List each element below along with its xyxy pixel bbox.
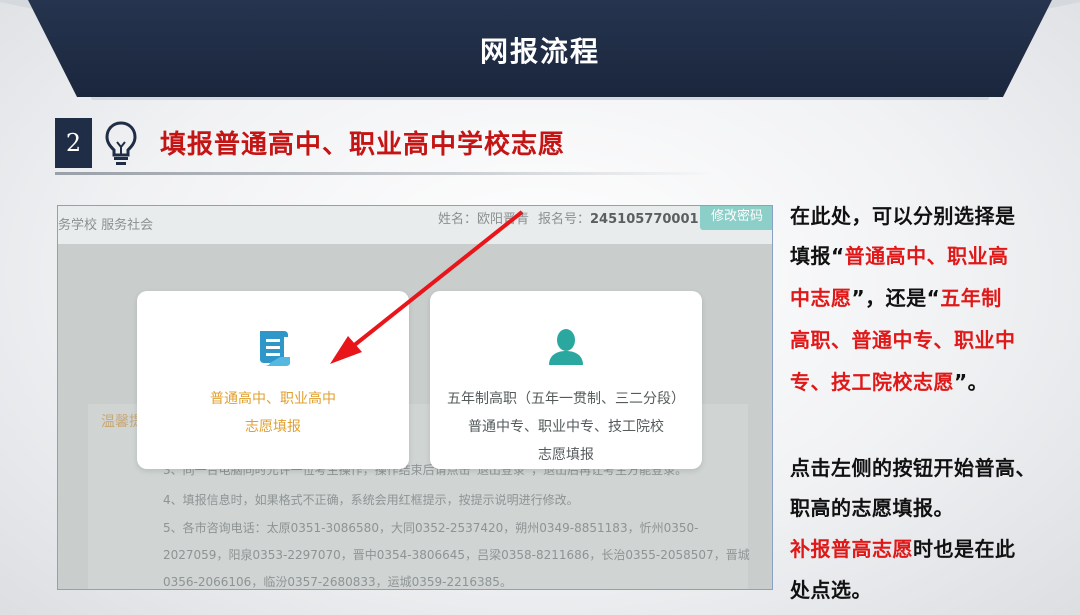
five-year-secondary-vocational-card[interactable]: 五年制高职（五年一贯制、三二分段） 普通中专、职业中专、技工院校 志愿填报 [430, 291, 702, 469]
embedded-screenshot: 务学校 服务社会 姓名：欧阳晋青 报名号：245105770001 修改密码 温… [57, 205, 773, 590]
scroll-document-icon [260, 331, 290, 366]
highlight-text: 专、技工院校志愿 [790, 370, 954, 394]
screenshot-header: 务学校 服务社会 姓名：欧阳晋青 报名号：245105770001 修改密码 [58, 206, 772, 244]
card-left-line1: 普通高中、职业高中 [210, 391, 336, 407]
description-text: 时也是在此 [913, 537, 1016, 561]
card-right-line3: 志愿填报 [538, 447, 594, 463]
card-left-line2: 志愿填报 [245, 419, 301, 435]
highlight-text: 普通高中、职业高 [844, 244, 1009, 268]
description-line: 点击左侧的按钮开始普高、 [790, 456, 1036, 480]
banner-title: 网报流程 [479, 35, 600, 68]
highlight-text: 中志愿 [790, 286, 852, 310]
registration-value: 245105770001 [590, 212, 699, 227]
notice-line: 4、填报信息时，如果格式不正确，系统会用红框提示，按提示说明进行修改。 [163, 493, 579, 507]
description-line: 填报“普通高中、职业高 [790, 240, 1009, 269]
notice-line: 5、各市咨询电话：太原0351-3086580，大同0352-2537420，朔… [163, 521, 699, 535]
description-text: 填报“ [790, 244, 845, 268]
registration-label: 报名号： [538, 212, 591, 227]
top-banner: 网报流程 [0, 0, 1080, 100]
description-line: 补报普高志愿时也是在此 [790, 533, 1016, 562]
description-line: 专、技工院校志愿”。 [790, 366, 988, 395]
description-text: ”。 [954, 370, 989, 394]
notice-line: 2027059，阳泉0353-2297070，晋中0354-3806645，吕梁… [163, 548, 750, 562]
description-line: 在此处，可以分别选择是 [790, 204, 1016, 228]
step-title: 填报普通高中、职业高中学校志愿 [160, 130, 566, 160]
description-line: 职高的志愿填报。 [790, 496, 954, 520]
general-vocational-high-school-card[interactable]: 普通高中、职业高中 志愿填报 [137, 291, 409, 469]
user-name: 姓名：欧阳晋青 [438, 212, 530, 227]
highlight-text: 补报普高志愿 [790, 537, 913, 561]
user-icon [549, 329, 583, 365]
lightbulb-icon [105, 121, 137, 165]
change-password-button[interactable]: 修改密码 [700, 206, 772, 230]
step-number-badge: 2 [55, 118, 92, 168]
card-right-line2: 普通中专、职业中专、技工院校 [468, 419, 664, 435]
description-text: ”，还是“ [851, 286, 941, 310]
description-line: 高职、普通中专、职业中 [790, 328, 1016, 352]
registration-number: 报名号：245105770001 [538, 208, 699, 227]
card-right-line1: 五年制高职（五年一贯制、三二分段） [447, 391, 685, 407]
description-line: 中志愿”，还是“五年制 [790, 282, 1002, 311]
description-line: 处点选。 [790, 578, 872, 602]
highlight-text: 五年制 [940, 286, 1002, 310]
step-divider [55, 172, 715, 175]
notice-line: 0356-2066106，临汾0357-2680833，运城0359-22163… [163, 575, 512, 589]
nav-links[interactable]: 务学校 服务社会 [58, 214, 153, 233]
